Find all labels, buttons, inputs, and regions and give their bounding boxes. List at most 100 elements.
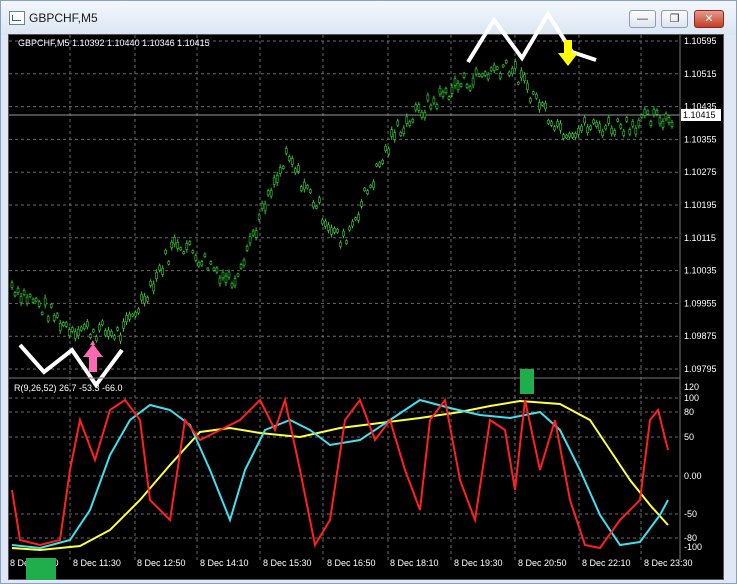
candle-body: [269, 190, 273, 197]
candle-body: [77, 328, 80, 336]
indicator-lines: [11, 396, 669, 552]
candle-body: [520, 70, 523, 79]
indicator-label: R(9,26,52) 26.7 -53.3 -66.0: [14, 383, 123, 393]
candle-body: [52, 315, 56, 321]
candle-body: [571, 133, 574, 138]
time-tick-label: 8 Dec 22:10: [582, 558, 631, 568]
candle-body: [293, 168, 297, 174]
candle-body: [348, 226, 351, 231]
candle-body: [390, 129, 394, 137]
candle-body: [158, 265, 161, 271]
candle-body: [381, 160, 384, 164]
candle-body: [526, 82, 529, 91]
candle-body: [242, 259, 246, 266]
candle-body: [471, 77, 475, 86]
candle-body: [628, 129, 632, 135]
candle-body: [89, 334, 92, 339]
candle-body: [31, 298, 35, 303]
candle-body: [664, 113, 668, 120]
candle-body: [489, 67, 493, 72]
candle-body: [227, 271, 231, 278]
candle-body: [107, 329, 110, 337]
candle-body: [429, 104, 433, 110]
candle-body: [604, 125, 607, 130]
candle-body: [236, 273, 240, 277]
candle-body: [116, 327, 119, 331]
candle-body: [523, 74, 526, 81]
candle-body: [146, 297, 149, 302]
candle-body: [529, 98, 532, 103]
candle-body: [447, 96, 451, 100]
candle-body: [101, 320, 104, 325]
candle-body: [655, 109, 659, 115]
candle-body: [327, 224, 330, 231]
candle-body: [420, 111, 424, 118]
candle-body: [670, 121, 674, 127]
candle-body: [61, 322, 65, 327]
candle-body: [384, 145, 387, 151]
candle-body: [191, 250, 195, 254]
candle-body: [634, 127, 638, 135]
candle-body: [607, 117, 611, 124]
candle-body: [541, 102, 544, 106]
cyan-indicator-line: [11, 398, 669, 550]
candle-body: [399, 132, 403, 136]
candle-body: [378, 162, 381, 167]
candle-body: [351, 221, 354, 227]
candle-body: [179, 247, 183, 251]
candle-body: [22, 289, 26, 295]
candle-body: [67, 329, 71, 336]
candle-body: [423, 112, 427, 119]
candle-body: [598, 123, 601, 131]
candle-body: [532, 91, 535, 95]
candle-body: [408, 121, 412, 126]
signal-marker-top: [520, 369, 534, 394]
candle-body: [336, 229, 339, 233]
candle-body: [333, 228, 336, 233]
candle-body: [25, 296, 29, 304]
time-tick-label: 8 Dec 11:30: [73, 558, 121, 568]
candle-body: [613, 130, 617, 135]
candle-body: [152, 283, 155, 292]
candle-body: [589, 125, 592, 130]
candle-body: [287, 156, 291, 161]
candle-body: [550, 121, 553, 126]
candle-body: [366, 190, 369, 195]
red-indicator-line: [11, 396, 669, 550]
candle-body: [155, 272, 158, 280]
candle-body: [538, 102, 541, 110]
candle-body: [203, 253, 207, 257]
candle-body: [140, 293, 143, 301]
candle-body: [309, 189, 312, 193]
candle-body: [306, 185, 309, 189]
candle-body: [300, 186, 303, 191]
candle-body: [456, 82, 460, 90]
candle-body: [164, 249, 167, 254]
candle-body: [185, 243, 189, 250]
candle-body: [10, 282, 14, 288]
candle-body: [345, 240, 348, 244]
axes-labels: 1.105951.105151.104351.103551.102751.101…: [10, 36, 721, 568]
candle-body: [266, 190, 270, 196]
candle-body: [513, 61, 517, 69]
candle-body: [556, 121, 559, 127]
candle-body: [239, 264, 243, 269]
candle-body: [583, 117, 586, 124]
indicator-tick-label: -50: [684, 509, 697, 519]
candle-body: [28, 294, 32, 298]
candle-body: [113, 335, 116, 340]
candle-body: [170, 242, 174, 249]
indicator-tick-label: 100: [684, 393, 699, 403]
candle-body: [369, 184, 372, 188]
candle-body: [321, 219, 324, 225]
candle-body: [574, 133, 577, 138]
candle-body: [206, 267, 210, 271]
price-candles: [10, 58, 674, 344]
candle-body: [649, 121, 653, 126]
candle-body: [504, 60, 508, 64]
price-tick-label: 1.10115: [684, 233, 716, 243]
candle-body: [486, 74, 490, 80]
candle-body: [182, 251, 186, 254]
price-tick-label: 1.09795: [684, 364, 717, 374]
candle-body: [396, 120, 400, 126]
